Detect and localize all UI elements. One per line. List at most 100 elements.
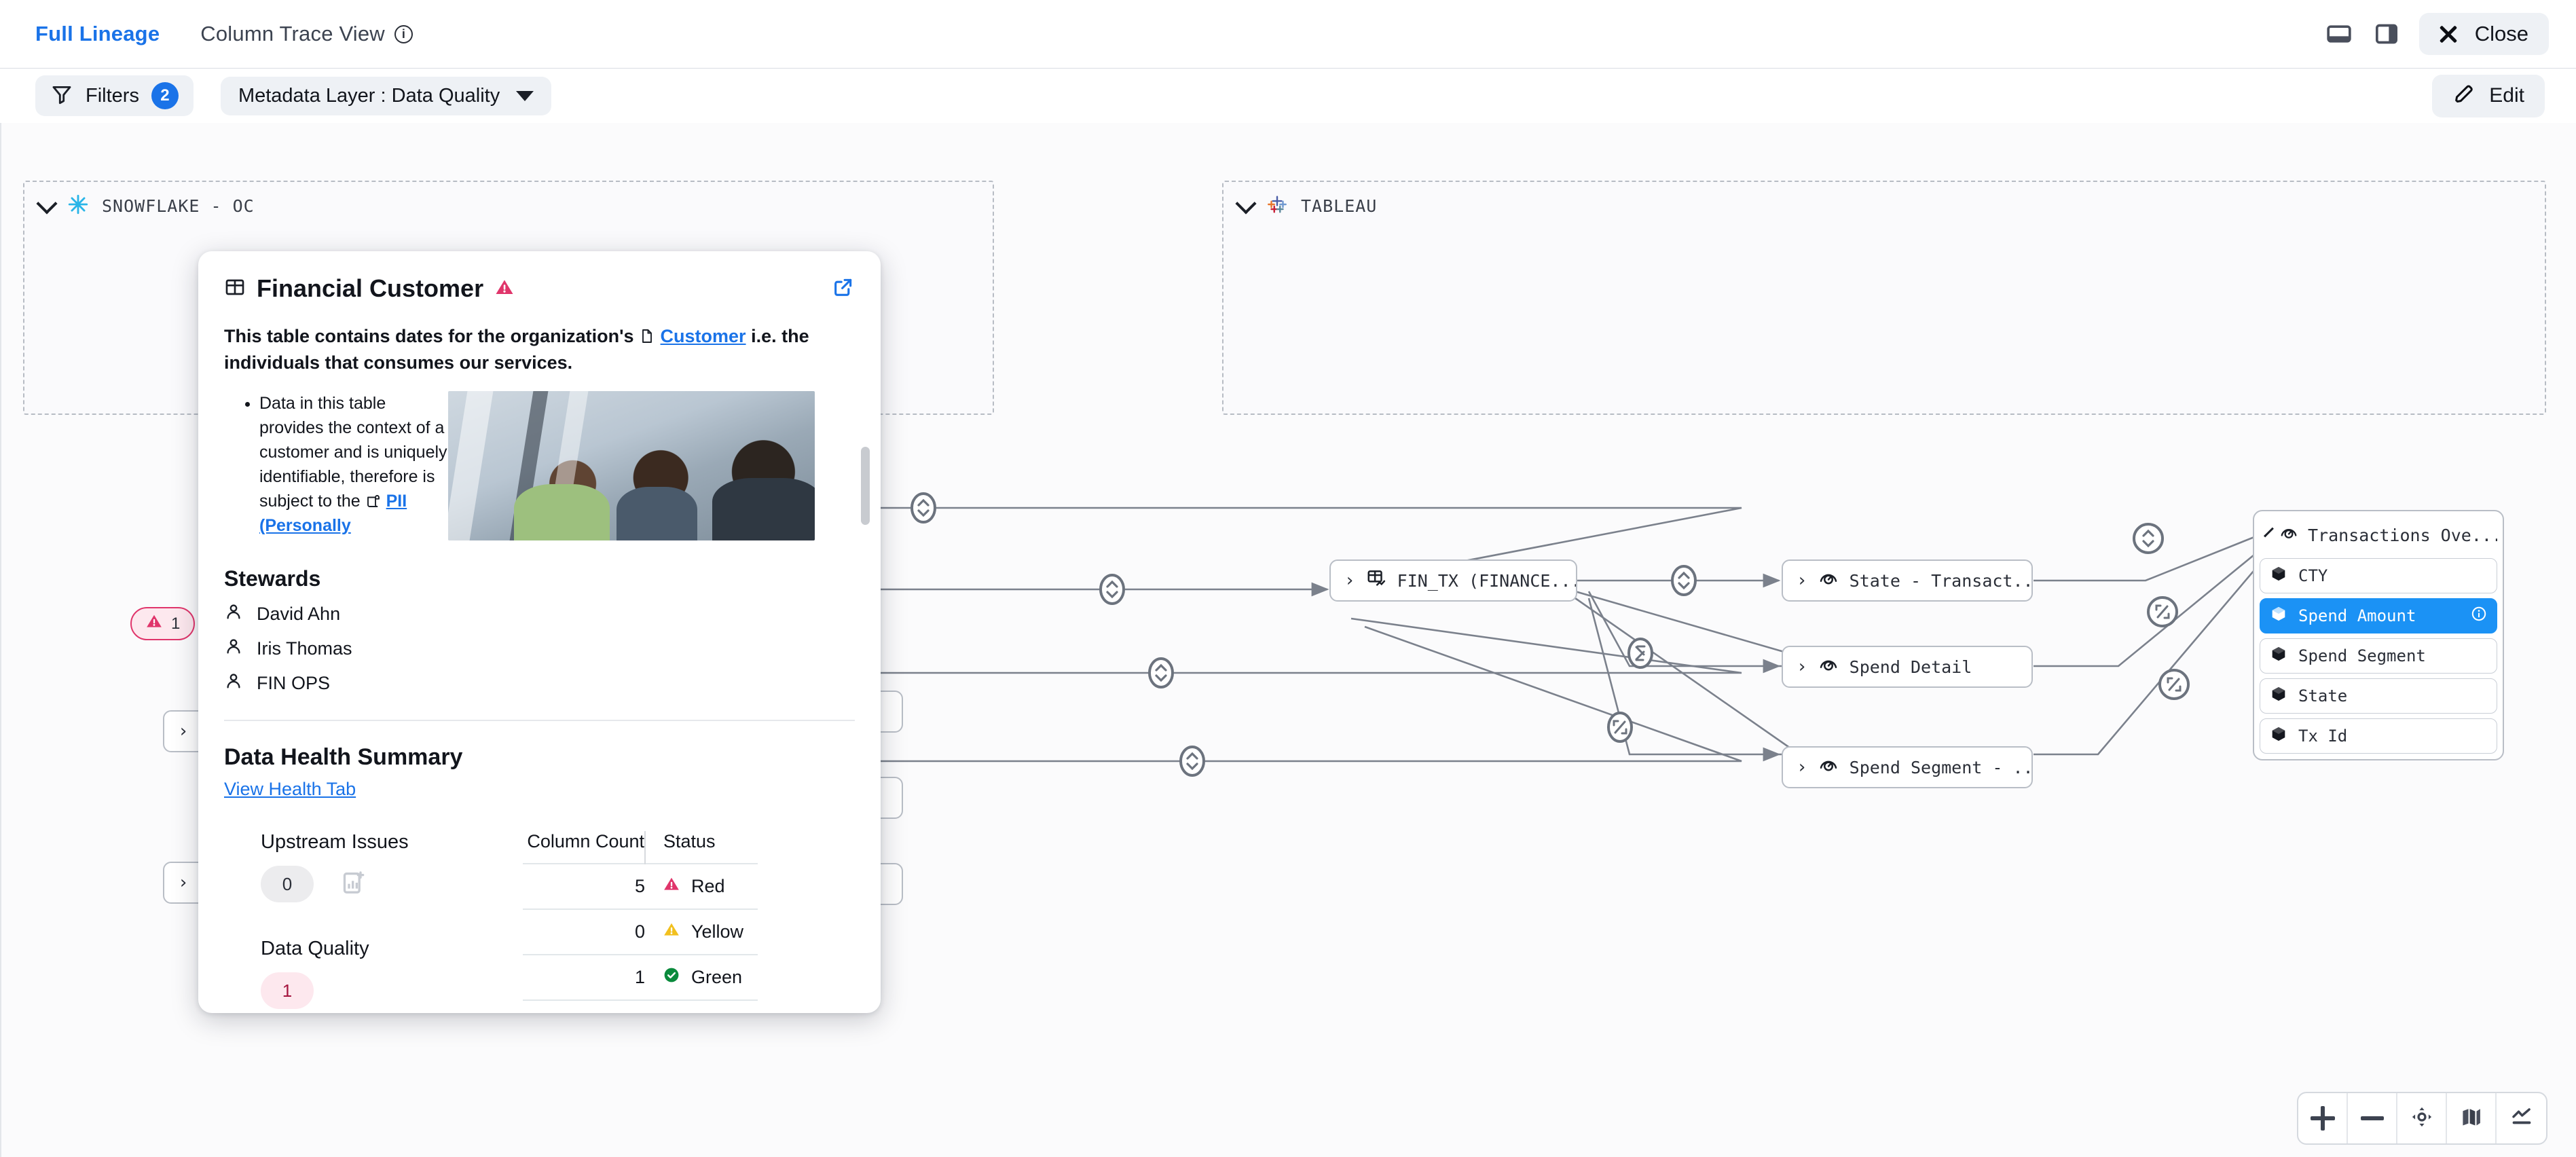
cube-icon [2270, 645, 2287, 667]
dashboard-icon [1818, 568, 1839, 593]
col-header-column-count: Column Count [527, 831, 644, 852]
edge-handles [910, 492, 2190, 777]
cube-icon [2270, 565, 2287, 587]
view-health-tab-link[interactable]: View Health Tab [224, 779, 356, 800]
info-icon[interactable] [2471, 606, 2487, 626]
cell-count: 0 [523, 908, 645, 955]
description-link-customer[interactable]: Customer [661, 326, 746, 346]
lineage-node-spend-segment[interactable]: › Spend Segment - ... [1782, 746, 2033, 788]
lineage-node-transactions-overview[interactable]: Transactions Ove... CTY Spend Amount Spe… [2253, 510, 2504, 760]
transactions-overview-title: Transactions Ove... [2308, 525, 2497, 545]
data-health-summary-title: Data Health Summary [224, 744, 463, 771]
info-icon[interactable]: i [394, 24, 413, 43]
chevron-right-icon: › [178, 873, 189, 893]
person-icon [224, 602, 243, 626]
zoom-out-icon [2360, 1116, 2384, 1120]
close-button[interactable]: Close [2418, 13, 2549, 55]
yellow-warning-triangle-icon [663, 921, 680, 943]
person-icon [224, 637, 243, 661]
lineage-node-spend-segment-label: Spend Segment - ... [1849, 757, 2033, 777]
lineage-node-fin-tx-label: FIN_TX (FINANCE.... [1397, 570, 1577, 591]
popup-body: This table contains dates for the organi… [198, 323, 881, 1013]
fit-to-screen-button[interactable] [2397, 1093, 2447, 1143]
filter-funnel-icon [50, 83, 73, 109]
green-check-circle-icon [663, 966, 680, 989]
table-header-row: Column Count Status [523, 831, 758, 864]
minimap-button[interactable] [2447, 1093, 2497, 1143]
steward-item[interactable]: Iris Thomas [224, 637, 855, 661]
bullet-text: Data in this table provides the context … [259, 394, 447, 511]
document-icon [639, 326, 661, 346]
panel-bottom-icon[interactable] [2324, 19, 2354, 49]
column-row-state[interactable]: State [2260, 678, 2497, 714]
cell-status-label: Red [691, 876, 725, 897]
panel-right-icon[interactable] [2372, 19, 2402, 49]
external-link-icon[interactable] [832, 276, 855, 302]
steward-name: David Ahn [257, 604, 341, 625]
zoom-out-button[interactable] [2348, 1093, 2397, 1143]
popup-scrollbar-thumb[interactable] [861, 447, 870, 525]
zoom-in-button[interactable] [2298, 1093, 2348, 1143]
steward-item[interactable]: David Ahn [224, 602, 855, 626]
column-row-tx-id[interactable]: Tx Id [2260, 718, 2497, 754]
tab-column-trace-view[interactable]: Column Trace View [200, 22, 385, 46]
steward-name: FIN OPS [257, 673, 331, 694]
no-rule-slash-circle-icon [663, 1012, 680, 1013]
cell-count: 5 [523, 863, 645, 910]
close-icon [2437, 22, 2460, 45]
transactions-overview-header[interactable]: Transactions Ove... [2260, 517, 2497, 553]
column-row-tx-id-label: Tx Id [2298, 727, 2348, 746]
lineage-node-spend-detail[interactable]: › Spend Detail [1782, 646, 2033, 688]
chevron-right-icon: › [1797, 570, 1807, 591]
filter-bar: Filters 2 Metadata Layer : Data Quality … [0, 69, 2576, 123]
table-row: 1 Green [523, 954, 758, 1001]
health-status-table: Column Count Status 5 Red 0 Yellow 1 Gre… [523, 831, 758, 1013]
table-flow-icon [1366, 568, 1386, 593]
filters-button[interactable]: Filters 2 [35, 75, 194, 116]
cube-icon [2270, 605, 2287, 627]
chevron-right-icon: › [1344, 570, 1355, 591]
data-quality-label: Data Quality [261, 938, 369, 960]
close-label: Close [2474, 22, 2528, 45]
dashboard-icon [2279, 524, 2298, 547]
column-row-spend-amount-label: Spend Amount [2298, 606, 2416, 625]
filters-count-badge: 2 [151, 82, 179, 109]
column-row-cty-label: CTY [2298, 566, 2328, 585]
lineage-trend-button[interactable] [2497, 1093, 2546, 1143]
edit-button[interactable]: Edit [2432, 74, 2545, 117]
metadata-layer-dropdown[interactable]: Metadata Layer : Data Quality [220, 76, 552, 115]
column-row-spend-amount[interactable]: Spend Amount [2260, 598, 2497, 633]
column-row-spend-segment-label: Spend Segment [2298, 646, 2426, 665]
bullet-column: Data in this table provides the context … [224, 391, 448, 540]
dashboard-icon [1818, 655, 1839, 679]
chevron-down-icon [2264, 527, 2274, 538]
cube-icon [2270, 725, 2287, 747]
view-tabs: Full Lineage Column Trace View i [35, 22, 413, 46]
fit-to-screen-icon [2410, 1105, 2434, 1133]
data-quality-row: 1 [261, 972, 523, 1010]
column-row-spend-segment[interactable]: Spend Segment [2260, 638, 2497, 674]
status-badge-count: 1 [171, 614, 181, 633]
tab-column-trace-view-group[interactable]: Column Trace View i [200, 22, 413, 46]
lineage-node-state-transact[interactable]: › State - Transact... [1782, 559, 2033, 602]
tab-full-lineage[interactable]: Full Lineage [35, 22, 160, 46]
lineage-node-state-transact-label: State - Transact... [1849, 570, 2033, 591]
popup-header: Financial Customer [198, 251, 881, 303]
status-badge[interactable]: 1 [130, 607, 196, 640]
data-quality-value: 1 [261, 972, 314, 1010]
cell-count: 4 [523, 999, 645, 1013]
cell-status: Yellow [645, 908, 758, 955]
popup-scrollbar-track[interactable] [861, 278, 870, 957]
steward-item[interactable]: FIN OPS [224, 672, 855, 695]
lineage-node-fin-tx[interactable]: › FIN_TX (FINANCE.... [1329, 559, 1577, 602]
asset-preview-popup[interactable]: Financial Customer This table contains d… [198, 251, 881, 1013]
metadata-layer-label: Metadata Layer : Data Quality [238, 84, 500, 107]
column-row-cty[interactable]: CTY [2260, 558, 2497, 593]
cell-count: 1 [523, 954, 645, 1001]
canvas-zoom-toolbar [2297, 1092, 2547, 1145]
cell-status-label: Green [691, 967, 743, 988]
top-bar: Full Lineage Column Trace View i Close [0, 0, 2576, 69]
bar-chart-add-icon[interactable] [339, 869, 367, 900]
lineage-canvas[interactable]: SNOWFLAKE - OC TABLEAU 1 › › › FIN_TX (F… [0, 123, 2576, 1157]
cell-status: Red [645, 863, 758, 910]
